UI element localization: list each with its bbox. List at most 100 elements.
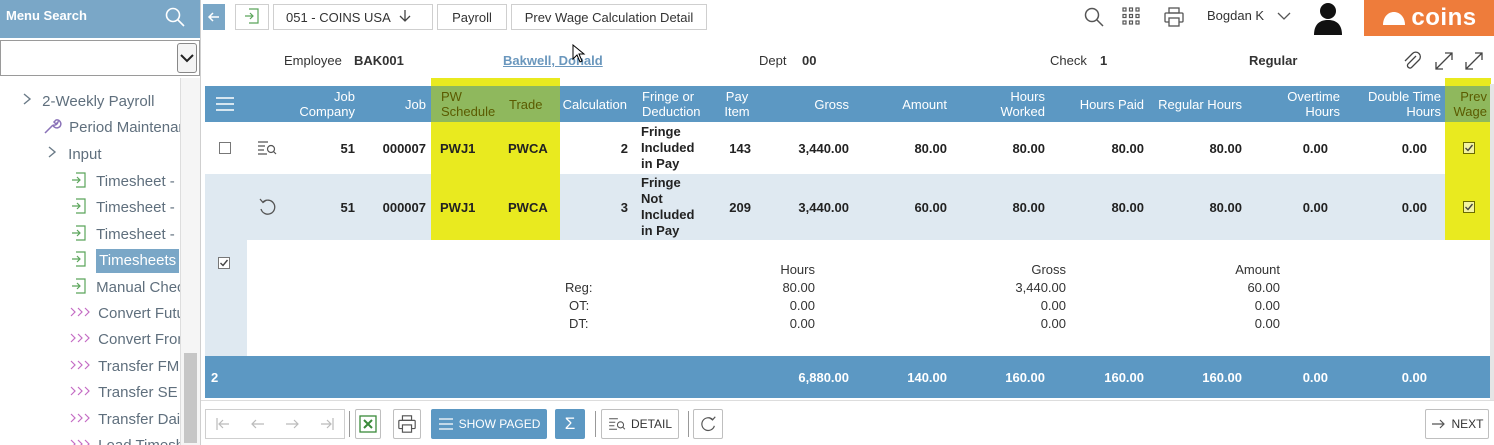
prev-page-icon[interactable]: [241, 410, 276, 438]
header-prev-wage[interactable]: Prev Wage: [1447, 86, 1487, 122]
top-bar: 051 - COINS USA Payroll Prev Wage Calcul…: [201, 0, 1494, 38]
header-regular-hours[interactable]: Regular Hours: [1145, 86, 1242, 122]
tree-item-label: Convert From: [98, 331, 190, 348]
printer-icon[interactable]: [1163, 6, 1185, 31]
tree-item-transfer-fm[interactable]: Transfer FM V: [70, 355, 193, 379]
cell-job-company: 51: [340, 140, 355, 156]
header-job-company[interactable]: Job Company: [285, 86, 355, 122]
detail-button[interactable]: DETAIL: [601, 409, 679, 439]
table-row-2[interactable]: 51 000007 PWJ1 PWCA 3 Fringe Not Include…: [205, 174, 1491, 240]
back-button[interactable]: [203, 4, 225, 30]
enter-arrow-icon: [243, 7, 261, 28]
crumb-home[interactable]: [235, 4, 269, 30]
cell-amount: 60.00: [914, 199, 947, 215]
tree-item-input[interactable]: Input: [46, 143, 102, 167]
menu-select[interactable]: [0, 40, 200, 76]
tree-item-timesheets[interactable]: Timesheets: [70, 249, 180, 273]
employee-name-link[interactable]: Bakwell, Donald: [503, 53, 603, 68]
header-job[interactable]: Job: [375, 86, 426, 122]
prev-wage-checkbox[interactable]: [1463, 174, 1475, 240]
cell-fringe: Fringe Included in Pay: [641, 124, 695, 171]
tree-item-convert-future[interactable]: Convert Futu: [70, 302, 185, 326]
triple-chevron-icon: [70, 411, 92, 428]
crumb-company[interactable]: 051 - COINS USA: [273, 4, 433, 30]
cell-hours-paid: 80.00: [1111, 199, 1144, 215]
header-amount[interactable]: Amount: [865, 86, 947, 122]
search-icon[interactable]: [1083, 6, 1105, 31]
apps-grid-icon[interactable]: [1121, 6, 1141, 29]
cell-hours-worked: 80.00: [1012, 199, 1045, 215]
cell-gross: 3,440.00: [798, 199, 849, 215]
total-gross: 6,880.00: [798, 369, 849, 385]
total-double-time-hours: 0.00: [1401, 369, 1427, 385]
employee-label: Employee: [284, 53, 342, 68]
arrow-down-icon[interactable]: [399, 9, 411, 26]
tree-item-transfer-daily[interactable]: Transfer Daily: [70, 408, 191, 432]
tree-item-timesheet-b-3[interactable]: Timesheet - b: [70, 223, 187, 247]
print-button[interactable]: [393, 409, 421, 439]
crumb-company-label: 051 - COINS USA: [286, 9, 391, 25]
search-icon[interactable]: [164, 6, 186, 31]
show-paged-button[interactable]: SHOW PAGED: [431, 409, 547, 439]
cell-hours-worked: 80.00: [1012, 140, 1045, 156]
check-value: 1: [1100, 53, 1108, 68]
cell-fringe: Fringe Not Included in Pay: [641, 175, 695, 238]
cell-calculation: 2: [620, 140, 628, 156]
user-name[interactable]: Bogdan K: [1207, 8, 1264, 23]
next-page-icon[interactable]: [275, 410, 310, 438]
paperclip-icon[interactable]: [1401, 50, 1423, 75]
tree-item-timesheet-b-1[interactable]: Timesheet - b: [70, 170, 187, 194]
tree-item-2-weekly-payroll[interactable]: 2-Weekly Payroll: [20, 90, 195, 114]
prev-wage-checkbox[interactable]: [1463, 122, 1475, 174]
column-menu-icon[interactable]: [213, 86, 237, 122]
table-row-1[interactable]: 51 000007 PWJ1 PWCA 2 Fringe Included in…: [205, 122, 1491, 174]
header-hours-paid[interactable]: Hours Paid: [1057, 86, 1144, 122]
expand-diagonal-icon[interactable]: [1463, 50, 1485, 75]
total-hours-worked: 160.00: [1005, 369, 1045, 385]
scrollbar-thumb[interactable]: [184, 353, 197, 443]
tree-item-load-timesheet[interactable]: Load Timesh: [70, 434, 184, 445]
header-pay-item[interactable]: Pay Item: [721, 86, 753, 122]
header-pw-schedule[interactable]: PW Schedule: [441, 86, 511, 122]
expand-diagonal-icon[interactable]: [1433, 50, 1455, 75]
undo-icon[interactable]: [257, 174, 279, 240]
detail-expand-checkbox[interactable]: [218, 256, 230, 270]
cell-hours-paid: 80.00: [1111, 140, 1144, 156]
excel-export-button[interactable]: [355, 409, 381, 439]
header-trade[interactable]: Trade: [509, 86, 559, 122]
chevron-down-icon[interactable]: [177, 43, 197, 73]
header-hours-worked[interactable]: Hours Worked: [965, 86, 1045, 122]
next-button[interactable]: NEXT: [1425, 409, 1489, 439]
detail-ot-gross: 0.00: [1040, 298, 1066, 313]
first-page-icon[interactable]: [206, 410, 241, 438]
last-page-icon[interactable]: [310, 410, 345, 438]
header-double-time-hours[interactable]: Double Time Hours: [1353, 86, 1441, 122]
header-fringe[interactable]: Fringe or Deduction: [642, 86, 722, 122]
row-inspect-icon[interactable]: [257, 122, 277, 174]
total-regular-hours: 160.00: [1202, 369, 1242, 385]
header-calculation[interactable]: Calculation: [555, 86, 627, 122]
grid-scrollbar[interactable]: [1490, 84, 1494, 400]
cell-regular-hours: 80.00: [1209, 199, 1242, 215]
refresh-button[interactable]: [693, 409, 723, 439]
tree-item-label: Manual Checl: [96, 279, 188, 296]
tree-item-transfer-se[interactable]: Transfer SE V: [70, 381, 192, 405]
cell-pw-schedule: PWJ1: [440, 140, 476, 156]
tree-item-timesheet-b-2[interactable]: Timesheet - b: [70, 196, 187, 220]
menu-search-bar[interactable]: Menu Search: [0, 0, 200, 38]
header-gross[interactable]: Gross: [765, 86, 849, 122]
cell-calculation: 3: [620, 199, 628, 215]
tree-item-manual-check[interactable]: Manual Checl: [70, 276, 188, 300]
sum-button[interactable]: Σ: [555, 409, 585, 439]
toolbar-divider: [595, 411, 596, 437]
row-select-checkbox[interactable]: [219, 122, 231, 174]
header-overtime-hours[interactable]: Overtime Hours: [1265, 86, 1340, 122]
cell-pay-item: 209: [729, 199, 751, 215]
tree-item-period-maintenance[interactable]: Period Maintenan: [42, 116, 187, 140]
dept-value: 00: [802, 53, 817, 68]
sidebar-scrollbar[interactable]: [180, 78, 200, 445]
crumb-payroll[interactable]: Payroll: [437, 4, 507, 30]
chevron-down-icon[interactable]: [1277, 9, 1291, 24]
avatar[interactable]: [1313, 1, 1343, 38]
tree-item-convert-from[interactable]: Convert From: [70, 328, 190, 352]
